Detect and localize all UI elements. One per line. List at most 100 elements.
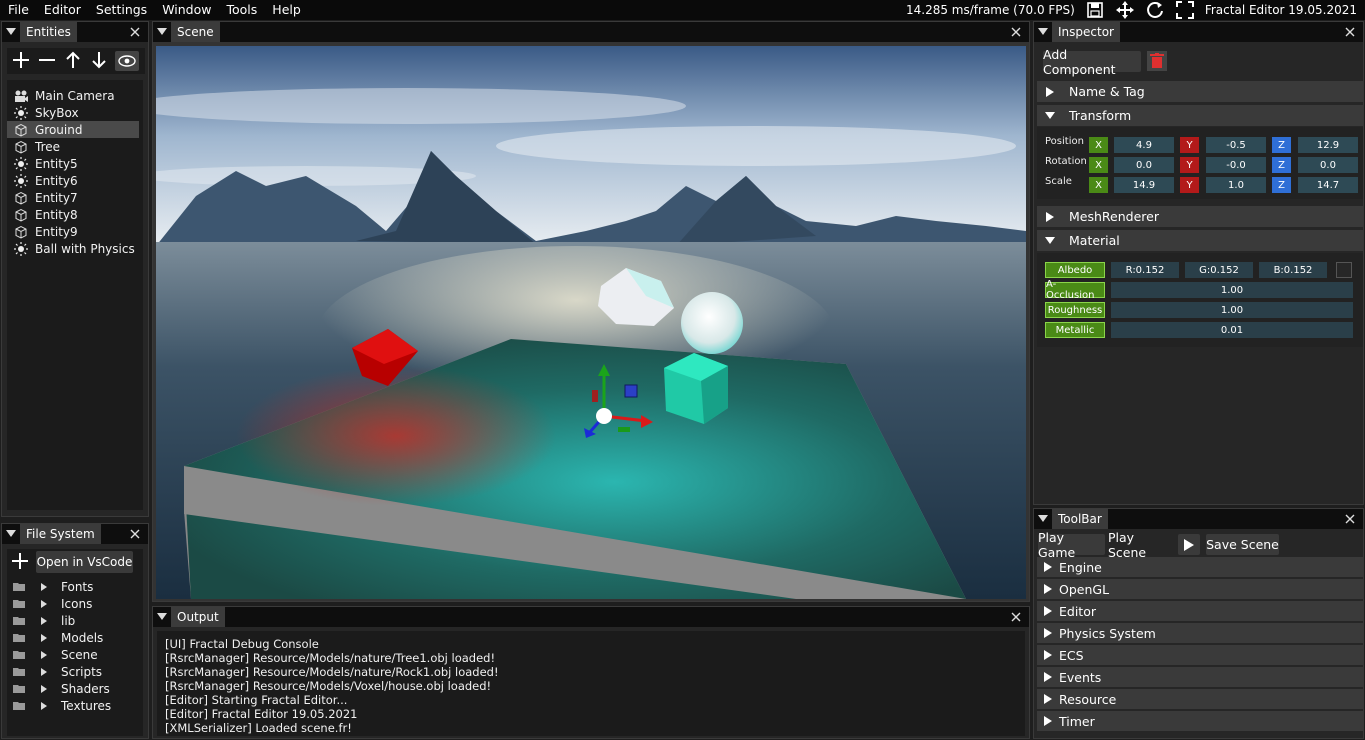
arrow-down-icon[interactable] <box>89 50 109 73</box>
toolbar-section-header[interactable]: ECS <box>1037 645 1363 665</box>
material-param-button[interactable]: A-Occlusion <box>1045 279 1105 301</box>
move-icon[interactable] <box>1115 0 1135 20</box>
transform-x-field[interactable]: 0.0 <box>1114 157 1174 173</box>
albedo-g-field[interactable]: G:0.152 <box>1185 262 1253 278</box>
collapse-arrow-icon[interactable] <box>153 607 171 627</box>
transform-y-field[interactable]: -0.0 <box>1206 157 1266 173</box>
expand-arrow-icon[interactable] <box>33 684 55 693</box>
expand-arrow-icon[interactable] <box>33 650 55 659</box>
close-icon[interactable] <box>128 25 142 39</box>
menu-item-window[interactable]: Window <box>154 0 218 20</box>
scene-viewport[interactable] <box>156 46 1026 599</box>
entity-item[interactable]: Entity6 <box>7 172 139 189</box>
folder-item[interactable]: Scene <box>7 646 143 663</box>
toolbar-section-header[interactable]: Engine <box>1037 557 1363 577</box>
toolbar-section-header[interactable]: Editor <box>1037 601 1363 621</box>
folder-item[interactable]: lib <box>7 612 143 629</box>
add-icon[interactable] <box>10 551 30 574</box>
transform-z-field[interactable]: 0.0 <box>1298 157 1358 173</box>
collapse-arrow-icon[interactable] <box>1034 509 1052 529</box>
entity-item[interactable]: Tree <box>7 138 139 155</box>
menu-item-file[interactable]: File <box>0 0 36 20</box>
expand-arrow-icon[interactable] <box>33 701 55 710</box>
entity-item[interactable]: Entity5 <box>7 155 139 172</box>
transform-section-header[interactable]: Transform <box>1037 105 1363 126</box>
menu-item-tools[interactable]: Tools <box>219 0 265 20</box>
play-icon[interactable] <box>1178 534 1200 555</box>
play-game-button[interactable]: Play Game <box>1038 530 1105 560</box>
menu-item-settings[interactable]: Settings <box>88 0 154 20</box>
toolbar-tab[interactable]: ToolBar <box>1052 509 1108 529</box>
albedo-b-field[interactable]: B:0.152 <box>1259 262 1327 278</box>
expand-arrow-icon[interactable] <box>33 633 55 642</box>
transform-x-field[interactable]: 4.9 <box>1114 137 1174 153</box>
close-icon[interactable] <box>1343 512 1357 526</box>
entity-item[interactable]: Entity8 <box>7 206 139 223</box>
collapse-arrow-icon[interactable] <box>2 524 20 544</box>
toolbar-section-header[interactable]: Physics System <box>1037 623 1363 643</box>
name-tag-section-header[interactable]: Name & Tag <box>1037 81 1363 102</box>
toolbar-section-header[interactable]: OpenGL <box>1037 579 1363 599</box>
entity-item[interactable]: Ball with Physics <box>7 240 139 257</box>
eye-icon[interactable] <box>115 51 139 71</box>
entity-item[interactable]: SkyBox <box>7 104 139 121</box>
collapse-arrow-icon[interactable] <box>153 22 171 42</box>
play-scene-button[interactable]: Play Scene <box>1108 530 1176 560</box>
transform-y-field[interactable]: 1.0 <box>1206 177 1266 193</box>
save-scene-button[interactable]: Save Scene <box>1206 534 1279 555</box>
close-icon[interactable] <box>1009 25 1023 39</box>
transform-y-field[interactable]: -0.5 <box>1206 137 1266 153</box>
entities-tab[interactable]: Entities <box>20 22 77 42</box>
folder-item[interactable]: Fonts <box>7 578 143 595</box>
expand-arrow-icon[interactable] <box>33 616 55 625</box>
menu-item-help[interactable]: Help <box>264 0 308 20</box>
toolbar-section-header[interactable]: Resource <box>1037 689 1363 709</box>
toolbar-section-header[interactable]: Timer <box>1037 711 1363 731</box>
add-component-button[interactable]: Add Component <box>1043 47 1141 77</box>
collapse-arrow-icon[interactable] <box>1034 22 1052 42</box>
folder-item[interactable]: Icons <box>7 595 143 612</box>
entity-item[interactable]: Grouind <box>7 121 139 138</box>
material-param-button[interactable]: Metallic <box>1045 322 1105 338</box>
folder-item[interactable]: Shaders <box>7 680 143 697</box>
transform-z-field[interactable]: 12.9 <box>1298 137 1358 153</box>
close-icon[interactable] <box>1343 25 1357 39</box>
close-icon[interactable] <box>1009 610 1023 624</box>
arrow-up-icon[interactable] <box>63 50 83 73</box>
collapse-arrow-icon[interactable] <box>2 22 20 42</box>
scene-tab[interactable]: Scene <box>171 22 220 42</box>
albedo-button[interactable]: Albedo <box>1045 262 1105 278</box>
transform-z-field[interactable]: 14.7 <box>1298 177 1358 193</box>
filesystem-tab[interactable]: File System <box>20 524 101 544</box>
folder-item[interactable]: Scripts <box>7 663 143 680</box>
expand-arrow-icon[interactable] <box>33 582 55 591</box>
close-icon[interactable] <box>128 527 142 541</box>
add-icon[interactable] <box>11 50 31 73</box>
transform-x-field[interactable]: 14.9 <box>1114 177 1174 193</box>
remove-icon[interactable] <box>37 50 57 73</box>
delete-icon[interactable] <box>1147 51 1167 71</box>
scale-icon[interactable] <box>1175 0 1195 20</box>
output-tab[interactable]: Output <box>171 607 225 627</box>
albedo-r-field[interactable]: R:0.152 <box>1111 262 1179 278</box>
expand-arrow-icon[interactable] <box>33 599 55 608</box>
folder-item[interactable]: Textures <box>7 697 143 714</box>
folder-item[interactable]: Models <box>7 629 143 646</box>
material-param-button[interactable]: Roughness <box>1045 302 1105 318</box>
toolbar-section-header[interactable]: Events <box>1037 667 1363 687</box>
albedo-color-swatch[interactable] <box>1336 262 1352 278</box>
menu-item-editor[interactable]: Editor <box>36 0 88 20</box>
material-param-slider[interactable]: 0.01 <box>1111 322 1353 338</box>
save-icon[interactable] <box>1085 0 1105 20</box>
entity-item[interactable]: Entity9 <box>7 223 139 240</box>
material-param-slider[interactable]: 1.00 <box>1111 302 1353 318</box>
meshrenderer-section-header[interactable]: MeshRenderer <box>1037 206 1363 227</box>
material-param-slider[interactable]: 1.00 <box>1111 282 1353 298</box>
entity-item[interactable]: Entity7 <box>7 189 139 206</box>
rotate-icon[interactable] <box>1145 0 1165 20</box>
expand-arrow-icon[interactable] <box>33 667 55 676</box>
open-in-vscode-button[interactable]: Open in VsCode <box>36 551 133 573</box>
material-section-header[interactable]: Material <box>1037 230 1363 251</box>
inspector-tab[interactable]: Inspector <box>1052 22 1120 42</box>
entity-item[interactable]: Main Camera <box>7 87 139 104</box>
